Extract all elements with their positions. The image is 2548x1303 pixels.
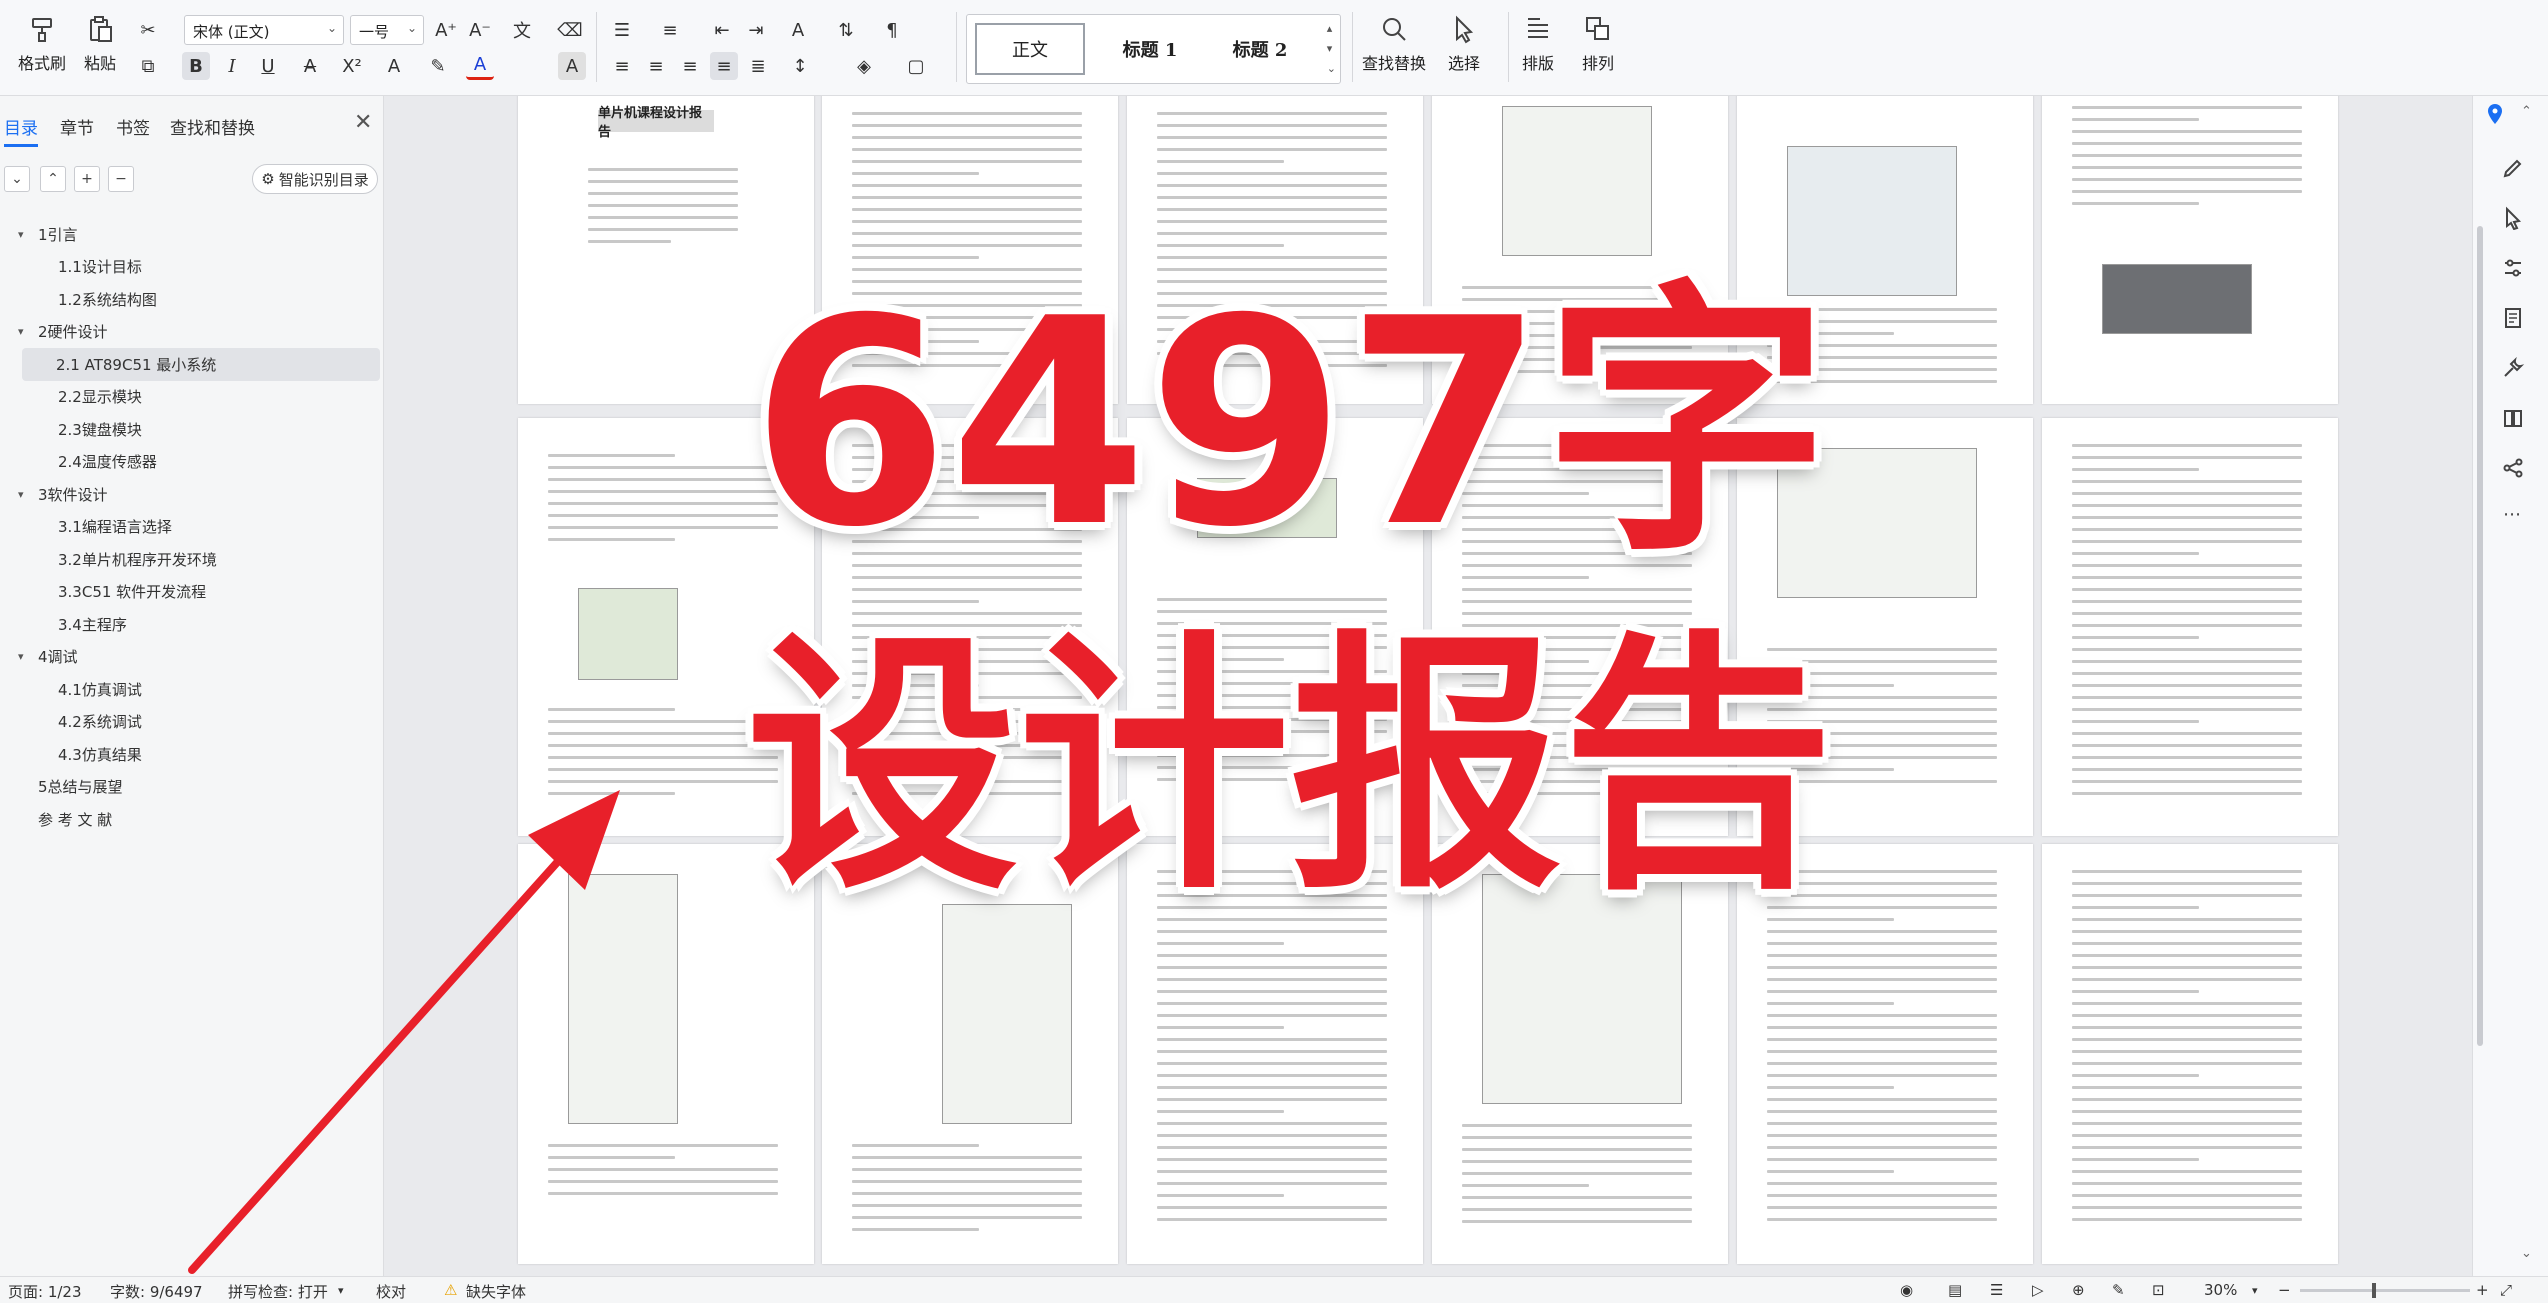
page-view-icon[interactable]: ▤ xyxy=(1948,1281,1962,1299)
zoom-slider[interactable] xyxy=(2300,1283,2470,1298)
overlay-word-count: 6497字 xyxy=(750,258,1830,590)
book-icon[interactable] xyxy=(2501,406,2525,430)
share-icon[interactable] xyxy=(2501,456,2525,480)
pen-icon[interactable] xyxy=(2501,156,2525,180)
sliders-icon[interactable] xyxy=(2501,256,2525,280)
scrollbar-thumb[interactable] xyxy=(2477,226,2483,1046)
chevron-up-icon[interactable]: ⌃ xyxy=(2521,104,2532,119)
arrow-shaft xyxy=(188,844,574,1274)
web-view-icon[interactable]: ⊕ xyxy=(2072,1281,2085,1299)
right-sidebar: ⌃ ⋯ ⌄ xyxy=(2472,96,2548,1276)
zoom-level[interactable]: 30% xyxy=(2204,1281,2237,1299)
chevron-down-icon[interactable]: ▾ xyxy=(338,1284,344,1297)
zoom-out-icon[interactable]: − xyxy=(2278,1281,2291,1299)
spell-check-toggle[interactable]: 拼写检查: 打开 xyxy=(228,1281,328,1302)
word-count[interactable]: 字数: 9/6497 xyxy=(110,1281,203,1302)
zoom-in-icon[interactable]: + xyxy=(2476,1281,2489,1299)
status-bar: 页面: 1/23 字数: 9/6497 拼写检查: 打开 ▾ 校对 ⚠ 缺失字体… xyxy=(0,1276,2548,1303)
more-icon[interactable]: ⋯ xyxy=(2503,504,2521,525)
missing-font-button[interactable]: 缺失字体 xyxy=(466,1281,526,1302)
chevron-down-icon[interactable]: ⌄ xyxy=(2521,1246,2532,1261)
proofread-button[interactable]: 校对 xyxy=(376,1281,406,1302)
page-indicator[interactable]: 页面: 1/23 xyxy=(8,1281,82,1302)
vertical-scrollbar[interactable] xyxy=(2477,106,2483,1266)
cursor-icon[interactable] xyxy=(2501,206,2525,230)
fullscreen-icon[interactable]: ⤢ xyxy=(2500,1281,2512,1299)
chevron-down-icon[interactable]: ▾ xyxy=(2252,1284,2258,1297)
play-icon[interactable]: ▷ xyxy=(2032,1281,2044,1299)
tools-icon[interactable] xyxy=(2501,356,2525,380)
outline-view-icon[interactable]: ☰ xyxy=(1990,1281,2003,1299)
zoom-slider-handle[interactable] xyxy=(2372,1283,2376,1298)
pen-mode-icon[interactable]: ✎ xyxy=(2112,1281,2125,1299)
location-pin-icon[interactable] xyxy=(2483,102,2507,126)
document-icon[interactable] xyxy=(2501,306,2525,330)
overlay-title: 设计报告 xyxy=(746,610,1834,926)
warning-icon: ⚠ xyxy=(444,1281,458,1299)
fit-page-icon[interactable]: ⊡ xyxy=(2152,1281,2165,1299)
eye-icon[interactable]: ◉ xyxy=(1900,1281,1913,1299)
